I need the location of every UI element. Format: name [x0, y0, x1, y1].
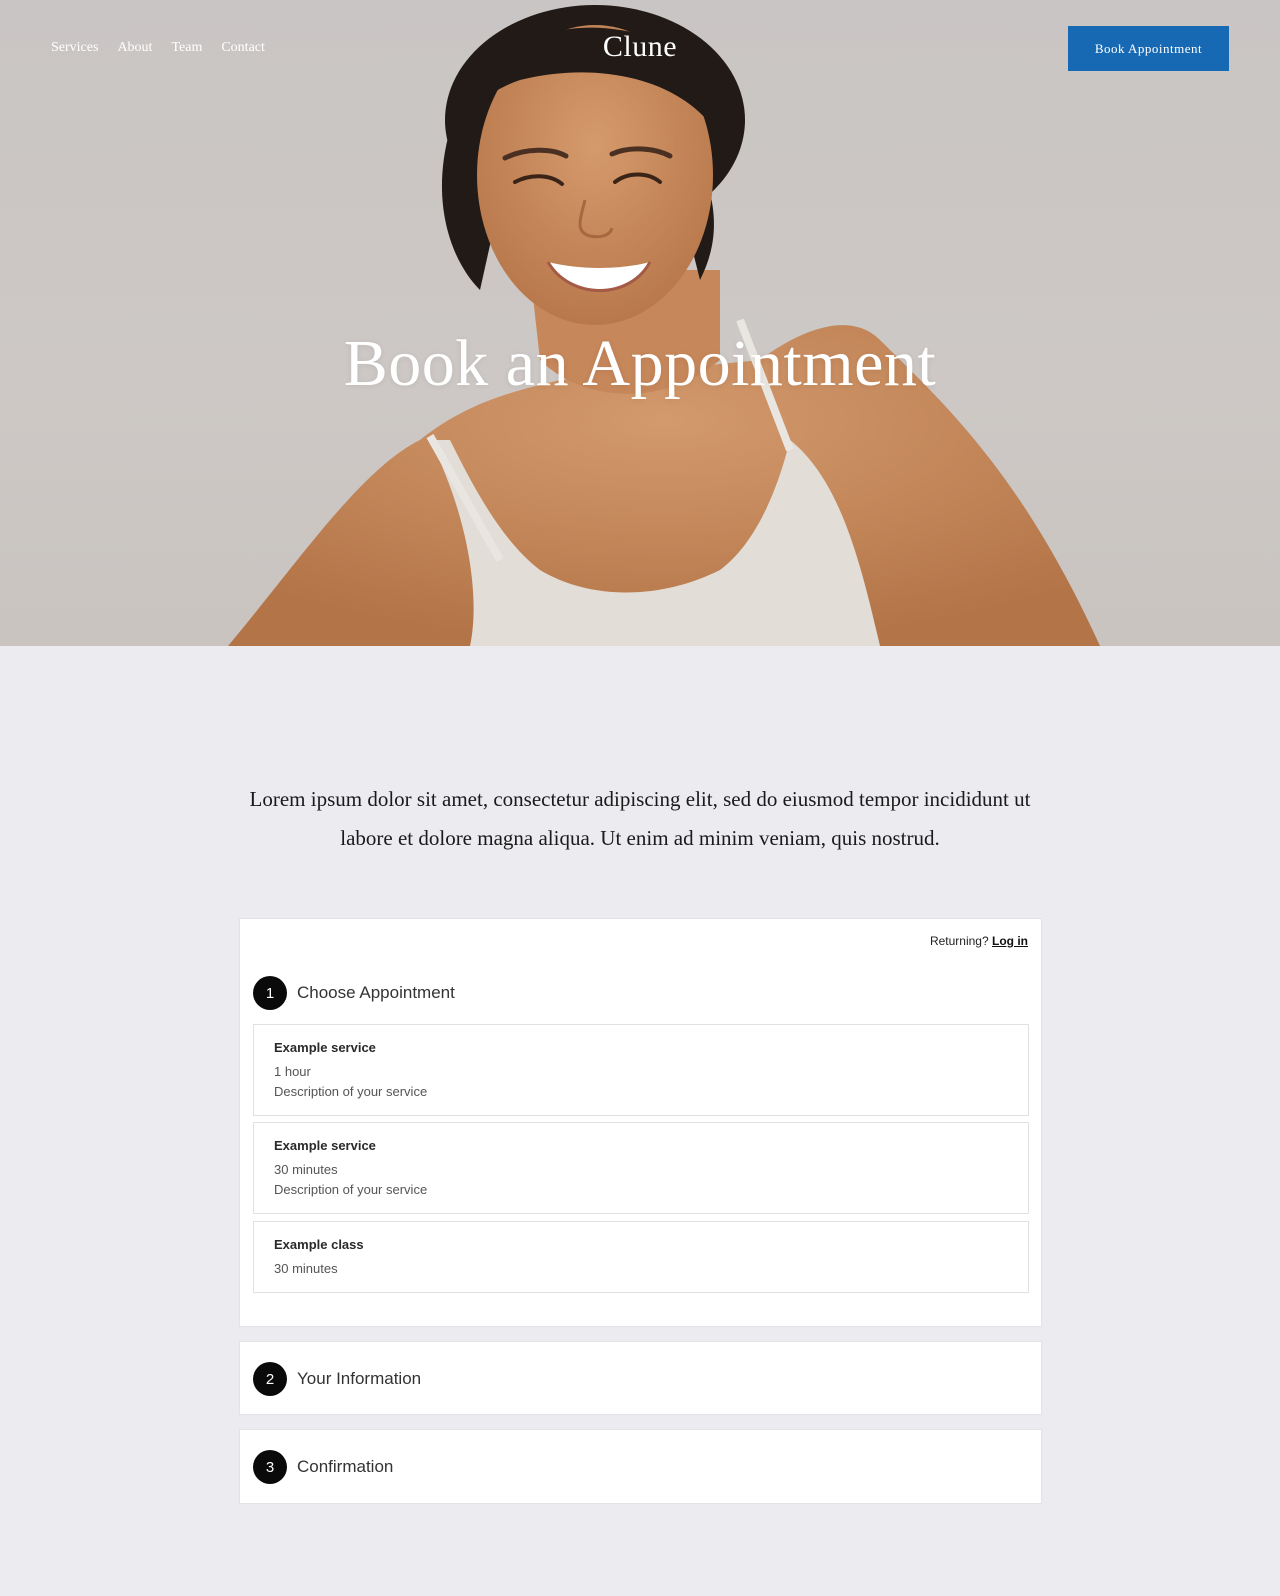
- service-option[interactable]: Example service 1 hour Description of yo…: [253, 1024, 1029, 1116]
- step-number-badge: 3: [253, 1450, 287, 1484]
- step-header: 3 Confirmation: [253, 1450, 393, 1484]
- service-duration: 1 hour: [274, 1064, 311, 1079]
- step-header: 1 Choose Appointment: [253, 976, 455, 1010]
- step-number-badge: 1: [253, 976, 287, 1010]
- main-nav: Services About Team Contact: [51, 40, 265, 56]
- book-appointment-button[interactable]: Book Appointment: [1068, 26, 1229, 71]
- service-name: Example class: [274, 1237, 364, 1252]
- intro-text: Lorem ipsum dolor sit amet, consectetur …: [249, 787, 1031, 850]
- service-duration: 30 minutes: [274, 1261, 338, 1276]
- step-title: Your Information: [297, 1369, 422, 1388]
- service-option[interactable]: Example service 30 minutes Description o…: [253, 1122, 1029, 1214]
- page-title: Book an Appointment: [343, 327, 937, 400]
- service-description: Description of your service: [274, 1182, 428, 1197]
- step-header: 2 Your Information: [253, 1362, 421, 1396]
- nav-services-link[interactable]: Services: [51, 40, 98, 56]
- service-option[interactable]: Example class 30 minutes: [253, 1221, 1029, 1293]
- step-title: Confirmation: [297, 1457, 394, 1476]
- nav-contact-link[interactable]: Contact: [221, 40, 265, 56]
- step-number-badge: 2: [253, 1362, 287, 1396]
- service-name: Example service: [274, 1040, 376, 1055]
- step-choose-appointment-panel: Returning? Log in 1 Choose Appointment E…: [239, 918, 1042, 1327]
- nav-about-link[interactable]: About: [117, 40, 152, 56]
- hero-banner: Services About Team Contact Clune Book A…: [0, 0, 1280, 646]
- returning-prompt: Returning? Log in: [930, 934, 1028, 948]
- step-confirmation-panel[interactable]: 3 Confirmation: [239, 1429, 1042, 1504]
- returning-label: Returning?: [929, 934, 989, 948]
- hero-photo: [228, 5, 1100, 646]
- login-link[interactable]: Log in: [992, 934, 1028, 948]
- service-description: Description of your service: [274, 1084, 428, 1099]
- service-name: Example service: [274, 1138, 376, 1153]
- service-duration: 30 minutes: [274, 1162, 338, 1177]
- step-your-information-panel[interactable]: 2 Your Information: [239, 1341, 1042, 1415]
- nav-team-link[interactable]: Team: [171, 40, 202, 56]
- step-title: Choose Appointment: [297, 983, 455, 1002]
